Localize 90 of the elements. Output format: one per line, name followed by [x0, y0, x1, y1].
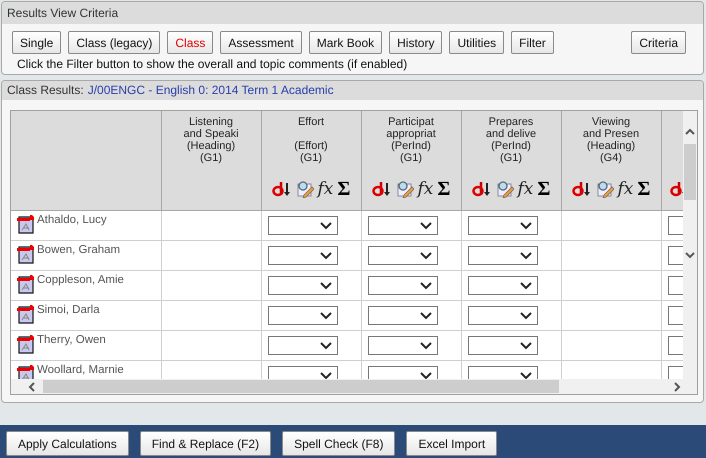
view-tab[interactable]: Class [167, 31, 214, 54]
edit-icon[interactable] [596, 180, 614, 198]
column-type: (Heading) [186, 140, 236, 152]
chevron-icon [520, 282, 532, 290]
student-name: Therry, Owen [37, 334, 106, 346]
column-title: Viewing [592, 116, 630, 128]
formula-button[interactable]: fx [318, 179, 334, 199]
chevron-icon [520, 342, 532, 350]
column-title: Participat [388, 116, 434, 128]
scroll-down-icon[interactable] [685, 251, 695, 259]
sort-icon[interactable] [572, 180, 592, 198]
sort-icon[interactable] [472, 180, 492, 198]
action-button[interactable]: Spell Check (F8) [282, 431, 396, 456]
chevron-icon [320, 282, 332, 290]
sum-button[interactable]: Σ [337, 178, 350, 200]
chevron-icon [420, 222, 432, 230]
student-name: Coppleson, Amie [37, 274, 124, 286]
report-icon[interactable] [17, 305, 35, 324]
chevron-icon [420, 372, 432, 379]
column-title: Listening [188, 116, 234, 128]
column-title: Effort [298, 116, 324, 128]
chevron-icon [420, 282, 432, 290]
report-icon[interactable] [17, 275, 35, 294]
report-icon[interactable] [17, 245, 35, 264]
student-name: Bowen, Graham [37, 244, 120, 256]
action-button[interactable]: Apply Calculations [6, 431, 129, 456]
edit-icon[interactable] [496, 180, 514, 198]
view-tab[interactable]: Filter [511, 31, 554, 54]
action-button[interactable]: Find & Replace (F2) [140, 431, 272, 456]
sort-icon[interactable] [372, 180, 392, 198]
column-group: (G1) [400, 152, 422, 164]
chevron-icon [320, 252, 332, 260]
panel-title: Class Results: [7, 82, 84, 99]
student-name: Simoi, Darla [37, 304, 100, 316]
action-button[interactable]: Excel Import [406, 431, 498, 456]
sum-button[interactable]: Σ [637, 178, 650, 200]
column-group: (G1) [300, 152, 322, 164]
column-type: (Effort) [294, 140, 328, 152]
report-icon[interactable] [17, 215, 35, 234]
scroll-left-icon[interactable] [28, 382, 36, 392]
column-title: appropriat [386, 128, 436, 140]
hint-text: Click the Filter button to show the overall and topic comments (if enabled) [17, 57, 408, 71]
student-name: Woollard, Marnie [37, 364, 124, 376]
chevron-icon [520, 252, 532, 260]
horizontal-scrollbar[interactable] [11, 379, 683, 394]
column-title: Prepares [488, 116, 534, 128]
scroll-up-icon[interactable] [685, 128, 695, 136]
chevron-icon [320, 222, 332, 230]
chevron-icon [320, 342, 332, 350]
view-tab[interactable]: Single [12, 31, 62, 54]
column-type: (Heading) [586, 140, 636, 152]
report-icon[interactable] [17, 335, 35, 354]
class-name: J/00ENGC - English 0: 2014 Term 1 Academic [88, 82, 334, 99]
column-title: and delive [486, 128, 536, 140]
chevron-icon [420, 342, 432, 350]
formula-button[interactable]: fx [418, 179, 434, 199]
sum-button[interactable]: Σ [537, 178, 550, 200]
chevron-icon [520, 372, 532, 379]
column-type: (PerInd) [491, 140, 531, 152]
chevron-icon [420, 252, 432, 260]
report-icon[interactable] [17, 365, 35, 379]
vertical-scrollbar[interactable] [683, 111, 697, 379]
column-title: and Speaki [183, 128, 239, 140]
scrollbar-thumb[interactable] [43, 380, 559, 393]
formula-button[interactable]: fx [618, 179, 634, 199]
view-tab[interactable]: Assessment [220, 31, 302, 54]
edit-icon[interactable] [296, 180, 314, 198]
column-group: (G1) [200, 152, 222, 164]
column-group: (G1) [500, 152, 522, 164]
view-tab[interactable]: Class (legacy) [68, 31, 160, 54]
formula-button[interactable]: fx [518, 179, 534, 199]
sum-button[interactable]: Σ [437, 178, 450, 200]
student-name: Athaldo, Lucy [37, 214, 107, 226]
column-title: and Presen [582, 128, 640, 140]
scroll-right-icon[interactable] [673, 382, 681, 392]
chevron-icon [320, 312, 332, 320]
chevron-icon [320, 372, 332, 379]
chevron-icon [420, 312, 432, 320]
edit-icon[interactable] [396, 180, 414, 198]
column-group: (G4) [600, 152, 622, 164]
scrollbar-thumb[interactable] [684, 144, 696, 200]
panel-title: Results View Criteria [2, 2, 703, 24]
chevron-icon [520, 222, 532, 230]
criteria-button[interactable]: Criteria [631, 31, 686, 54]
view-tab[interactable]: Mark Book [308, 31, 382, 54]
view-tab[interactable]: History [389, 31, 442, 54]
column-type: (PerInd) [391, 140, 431, 152]
chevron-icon [520, 312, 532, 320]
view-tab[interactable]: Utilities [449, 31, 504, 54]
sort-icon[interactable] [272, 180, 292, 198]
